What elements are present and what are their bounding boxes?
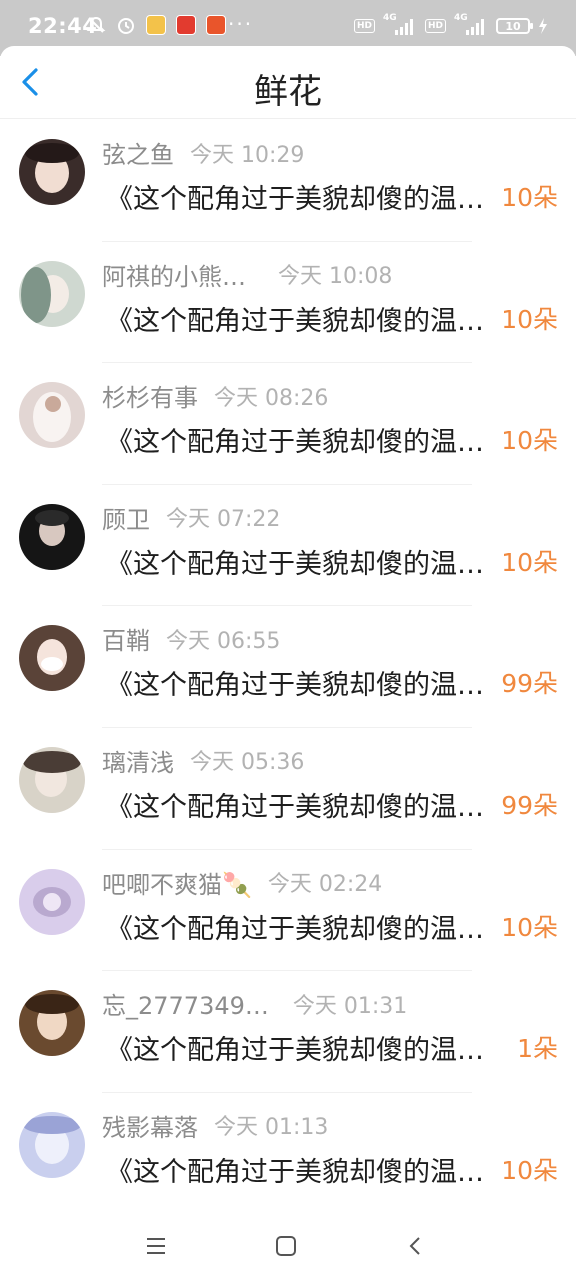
flower-count: 1朵: [517, 1034, 558, 1064]
user-name[interactable]: 忘_2777349…: [102, 986, 269, 1021]
timestamp: 今天 01:13: [214, 1115, 329, 1141]
message-text: 《这个配角过于美貌却傻的温柔》: [106, 1156, 498, 1188]
mute-bell-icon: [86, 16, 106, 33]
flower-count: 10朵: [501, 426, 558, 456]
flower-count: 10朵: [501, 183, 558, 212]
avatar[interactable]: [19, 990, 85, 1057]
flower-count: 10朵: [501, 547, 558, 577]
page-title: 鲜花: [254, 72, 322, 112]
message-text: 《这个配角过于美貌却傻的温柔》: [106, 305, 498, 337]
top-bar: 鲜花: [0, 46, 576, 119]
timestamp: 今天 07:22: [166, 507, 281, 533]
flower-count: 10朵: [501, 304, 558, 334]
avatar[interactable]: [19, 260, 85, 327]
list-item[interactable]: 璃清浅 今天 05:36 《这个配角过于美貌却傻的温柔》 99朵: [0, 728, 576, 850]
hd-icon: HD: [424, 19, 446, 33]
user-name[interactable]: 吧唧不爽猫🍡: [102, 865, 252, 900]
flower-count: 10朵: [501, 912, 558, 942]
hd-icon: HD: [353, 19, 375, 33]
flower-count: 10朵: [501, 1155, 558, 1185]
system-nav-bar: [0, 1210, 576, 1280]
avatar[interactable]: [19, 625, 85, 692]
message-text: 《这个配角过于美貌却傻的温柔》: [106, 1035, 498, 1067]
avatar[interactable]: [19, 382, 85, 449]
list-item[interactable]: 忘_2777349… 今天 01:31 《这个配角过于美貌却傻的温柔》 1朵: [0, 971, 576, 1093]
message-text: 《这个配角过于美貌却傻的温柔》: [106, 427, 498, 459]
list-item[interactable]: 杉杉有事 今天 08:26 《这个配角过于美貌却傻的温柔》 10朵: [0, 363, 576, 485]
timestamp: 今天 05:36: [190, 750, 305, 776]
timestamp: 今天 06:55: [166, 628, 281, 654]
status-right-icons: HD 4G HD 4G 10: [353, 13, 548, 37]
flower-count: 99朵: [501, 669, 558, 699]
message-text: 《这个配角过于美貌却傻的温柔》: [106, 913, 498, 945]
user-name[interactable]: 阿祺的小熊…: [102, 257, 246, 292]
signal-icon: 4G: [454, 13, 488, 37]
message-text: 《这个配角过于美貌却傻的温柔》: [106, 670, 498, 702]
avatar[interactable]: [19, 139, 85, 205]
message-text: 《这个配角过于美貌却傻的温柔》: [106, 791, 498, 823]
list-item[interactable]: 吧唧不爽猫🍡 今天 02:24 《这个配角过于美貌却傻的温柔》 10朵: [0, 850, 576, 972]
status-notification-icons: [86, 15, 226, 35]
menu-icon[interactable]: [142, 1232, 170, 1260]
timestamp: 今天 10:08: [278, 264, 393, 290]
home-icon[interactable]: [272, 1232, 300, 1260]
message-text: 《这个配角过于美貌却傻的温柔》: [106, 184, 498, 215]
timestamp: 今天 08:26: [214, 385, 329, 411]
user-name[interactable]: 百鞘: [102, 621, 150, 656]
user-name[interactable]: 杉杉有事: [102, 378, 198, 413]
avatar[interactable]: [19, 868, 85, 935]
list-item[interactable]: 弦之鱼 今天 10:29 《这个配角过于美貌却傻的温柔》 10朵: [0, 120, 576, 242]
list-item[interactable]: 阿祺的小熊… 今天 10:08 《这个配角过于美貌却傻的温柔》 10朵: [0, 242, 576, 364]
avatar[interactable]: [19, 503, 85, 570]
avatar[interactable]: [19, 1111, 85, 1178]
list-item[interactable]: 百鞘 今天 06:55 《这个配角过于美貌却傻的温柔》 99朵: [0, 606, 576, 728]
message-text: 《这个配角过于美貌却傻的温柔》: [106, 548, 498, 580]
user-name[interactable]: 璃清浅: [102, 743, 174, 778]
alarm-clock-icon: [118, 18, 134, 34]
timestamp: 今天 01:31: [292, 993, 408, 1019]
battery-icon: 10: [496, 18, 533, 34]
user-name[interactable]: 残影幕落: [102, 1108, 198, 1143]
more-notifications-icon: ···: [228, 12, 254, 36]
user-name[interactable]: 顾卫: [102, 500, 150, 535]
back-icon[interactable]: [402, 1232, 430, 1260]
flower-count: 99朵: [501, 790, 558, 820]
app-notification-icon: [146, 15, 166, 35]
signal-icon: 4G: [383, 13, 417, 37]
list-item[interactable]: 顾卫 今天 07:22 《这个配角过于美貌却傻的温柔》 10朵: [0, 485, 576, 607]
flower-gift-list: 弦之鱼 今天 10:29 《这个配角过于美貌却傻的温柔》 10朵 阿祺的小熊… …: [0, 120, 576, 1215]
list-item[interactable]: 残影幕落 今天 01:13 《这个配角过于美貌却傻的温柔》 10朵: [0, 1093, 576, 1215]
timestamp: 今天 10:29: [190, 142, 305, 168]
avatar[interactable]: [19, 746, 85, 813]
charging-icon: [539, 18, 547, 34]
app-notification-icon: [176, 15, 196, 35]
timestamp: 今天 02:24: [267, 872, 383, 898]
app-notification-icon: [206, 15, 226, 35]
user-name[interactable]: 弦之鱼: [102, 135, 174, 170]
